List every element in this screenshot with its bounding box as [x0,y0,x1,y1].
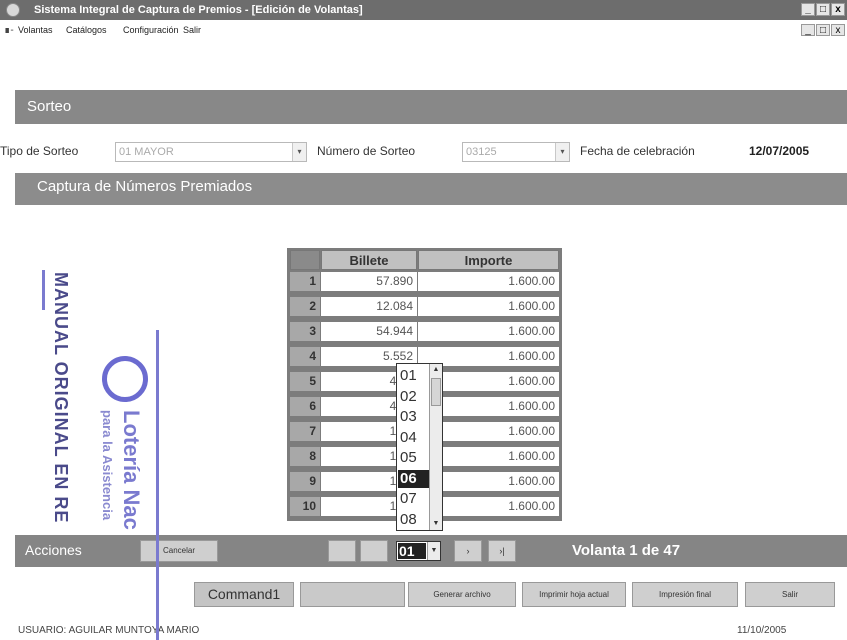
grid-corner-header [290,250,320,270]
importe-cell[interactable]: 1.600.00 [418,297,559,316]
acciones-bar: Acciones Cancelar 01 ▼ › ›| Volanta 1 de… [15,535,847,567]
billete-column-header[interactable]: Billete [321,250,417,270]
acciones-label: Acciones [25,542,82,558]
chevron-down-icon[interactable]: ▼ [427,542,440,560]
row-number[interactable]: 8 [290,447,320,466]
importe-column-header[interactable]: Importe [418,250,559,270]
document-stamp: MANUAL ORIGINAL EN RE Lotería Nac para l… [40,260,180,640]
nav-prev-button[interactable] [360,540,388,562]
billete-dropdown-list[interactable]: 01 02 03 04 05 06 07 08 ▲ ▼ [396,363,443,531]
table-row[interactable]: 3 54.944 1.600.00 [290,322,559,342]
scroll-up-icon[interactable]: ▲ [430,364,442,376]
document-icon[interactable]: ∎- [4,25,14,36]
title-bar: Sistema Integral de Captura de Premios -… [0,0,847,20]
menu-configuracion[interactable]: Configuración [123,25,179,35]
salir-button[interactable]: Salir [745,582,835,607]
status-bar: USUARIO: AGUILAR MUNTOYA MARIO 11/10/200… [0,621,847,640]
tipo-sorteo-label: Tipo de Sorteo [0,144,79,158]
stamp-bar [42,270,45,310]
close-button[interactable]: x [831,3,845,16]
impresion-final-button[interactable]: Impresión final [632,582,738,607]
row-number[interactable]: 4 [290,347,320,366]
window-controls: _ □ x [800,3,845,16]
table-row[interactable]: 2 12.084 1.600.00 [290,297,559,317]
scroll-thumb[interactable] [431,378,441,406]
dropdown-option[interactable]: 06 [398,469,429,488]
restore-button[interactable]: □ [816,3,830,16]
status-user: USUARIO: AGUILAR MUNTOYA MARIO [18,625,200,636]
page-combo[interactable]: 01 ▼ [396,541,441,561]
chevron-down-icon[interactable]: ▾ [555,143,569,161]
importe-cell[interactable]: 1.600.00 [418,322,559,341]
table-row[interactable]: 1 57.890 1.600.00 [290,272,559,292]
fecha-celebracion-value: 12/07/2005 [749,144,810,158]
child-close-button[interactable]: x [831,24,845,36]
app-icon[interactable] [6,3,20,17]
stamp-para-text: para la Asistencia [100,410,115,521]
window-title: Sistema Integral de Captura de Premios -… [34,4,363,16]
billete-cell[interactable]: 57.890 [321,272,417,291]
row-number[interactable]: 3 [290,322,320,341]
child-minimize-button[interactable]: _ [801,24,815,36]
menu-volantas[interactable]: Volantas [18,25,53,35]
menu-catalogos[interactable]: Catálogos [66,25,107,35]
numero-sorteo-value: 03125 [466,146,497,158]
captura-header: Captura de Números Premiados [15,173,847,205]
numero-sorteo-combo[interactable]: 03125 ▾ [462,142,570,162]
sorteo-header: Sorteo [15,90,847,124]
imprimir-hoja-button[interactable]: Imprimir hoja actual [522,582,626,607]
child-restore-button[interactable]: □ [816,24,830,36]
scroll-down-icon[interactable]: ▼ [430,518,442,530]
nav-next-button[interactable]: › [454,540,482,562]
chevron-down-icon[interactable]: ▾ [292,143,306,161]
row-number[interactable]: 6 [290,397,320,416]
billete-cell[interactable]: 12.084 [321,297,417,316]
tipo-sorteo-value: 01 MAYOR [119,146,174,158]
billete-cell[interactable]: 54.944 [321,322,417,341]
row-number[interactable]: 2 [290,297,320,316]
dropdown-option[interactable]: 04 [398,429,429,447]
stamp-manual-text: MANUAL ORIGINAL EN RE [51,272,71,524]
dropdown-option[interactable]: 02 [398,388,429,406]
row-number[interactable]: 5 [290,372,320,391]
dropdown-scrollbar[interactable]: ▲ ▼ [429,364,442,530]
cancel-button[interactable]: Cancelar [140,540,218,562]
row-number[interactable]: 7 [290,422,320,441]
dropdown-option[interactable]: 01 [398,367,429,385]
app-window: Sistema Integral de Captura de Premios -… [0,0,847,640]
row-number[interactable]: 9 [290,472,320,491]
row-number[interactable]: 10 [290,497,320,516]
menu-salir[interactable]: Salir [183,25,201,35]
loteria-logo-icon [102,356,148,402]
minimize-button[interactable]: _ [801,3,815,16]
stamp-loteria-text: Lotería Nac [119,410,144,530]
child-window-controls: _ □ x [800,24,845,36]
menu-bar: ∎- Volantas Catálogos Configuración Sali… [0,20,847,42]
dropdown-option[interactable]: 07 [398,490,429,508]
importe-cell[interactable]: 1.600.00 [418,272,559,291]
blank-button[interactable] [300,582,405,607]
tipo-sorteo-combo[interactable]: 01 MAYOR ▾ [115,142,307,162]
nav-first-button[interactable] [328,540,356,562]
page-value: 01 [398,543,426,559]
dropdown-option[interactable]: 05 [398,449,429,467]
dropdown-option[interactable]: 08 [398,511,429,529]
stamp-bar [156,330,159,640]
fecha-celebracion-label: Fecha de celebración [580,144,695,158]
command1-button[interactable]: Command1 [194,582,294,607]
status-date: 11/10/2005 [737,625,787,636]
volanta-counter: Volanta 1 de 47 [572,542,681,559]
dropdown-option[interactable]: 03 [398,408,429,426]
generar-archivo-button[interactable]: Generar archivo [408,582,516,607]
numero-sorteo-label: Número de Sorteo [317,144,416,158]
nav-last-button[interactable]: ›| [488,540,516,562]
row-number[interactable]: 1 [290,272,320,291]
